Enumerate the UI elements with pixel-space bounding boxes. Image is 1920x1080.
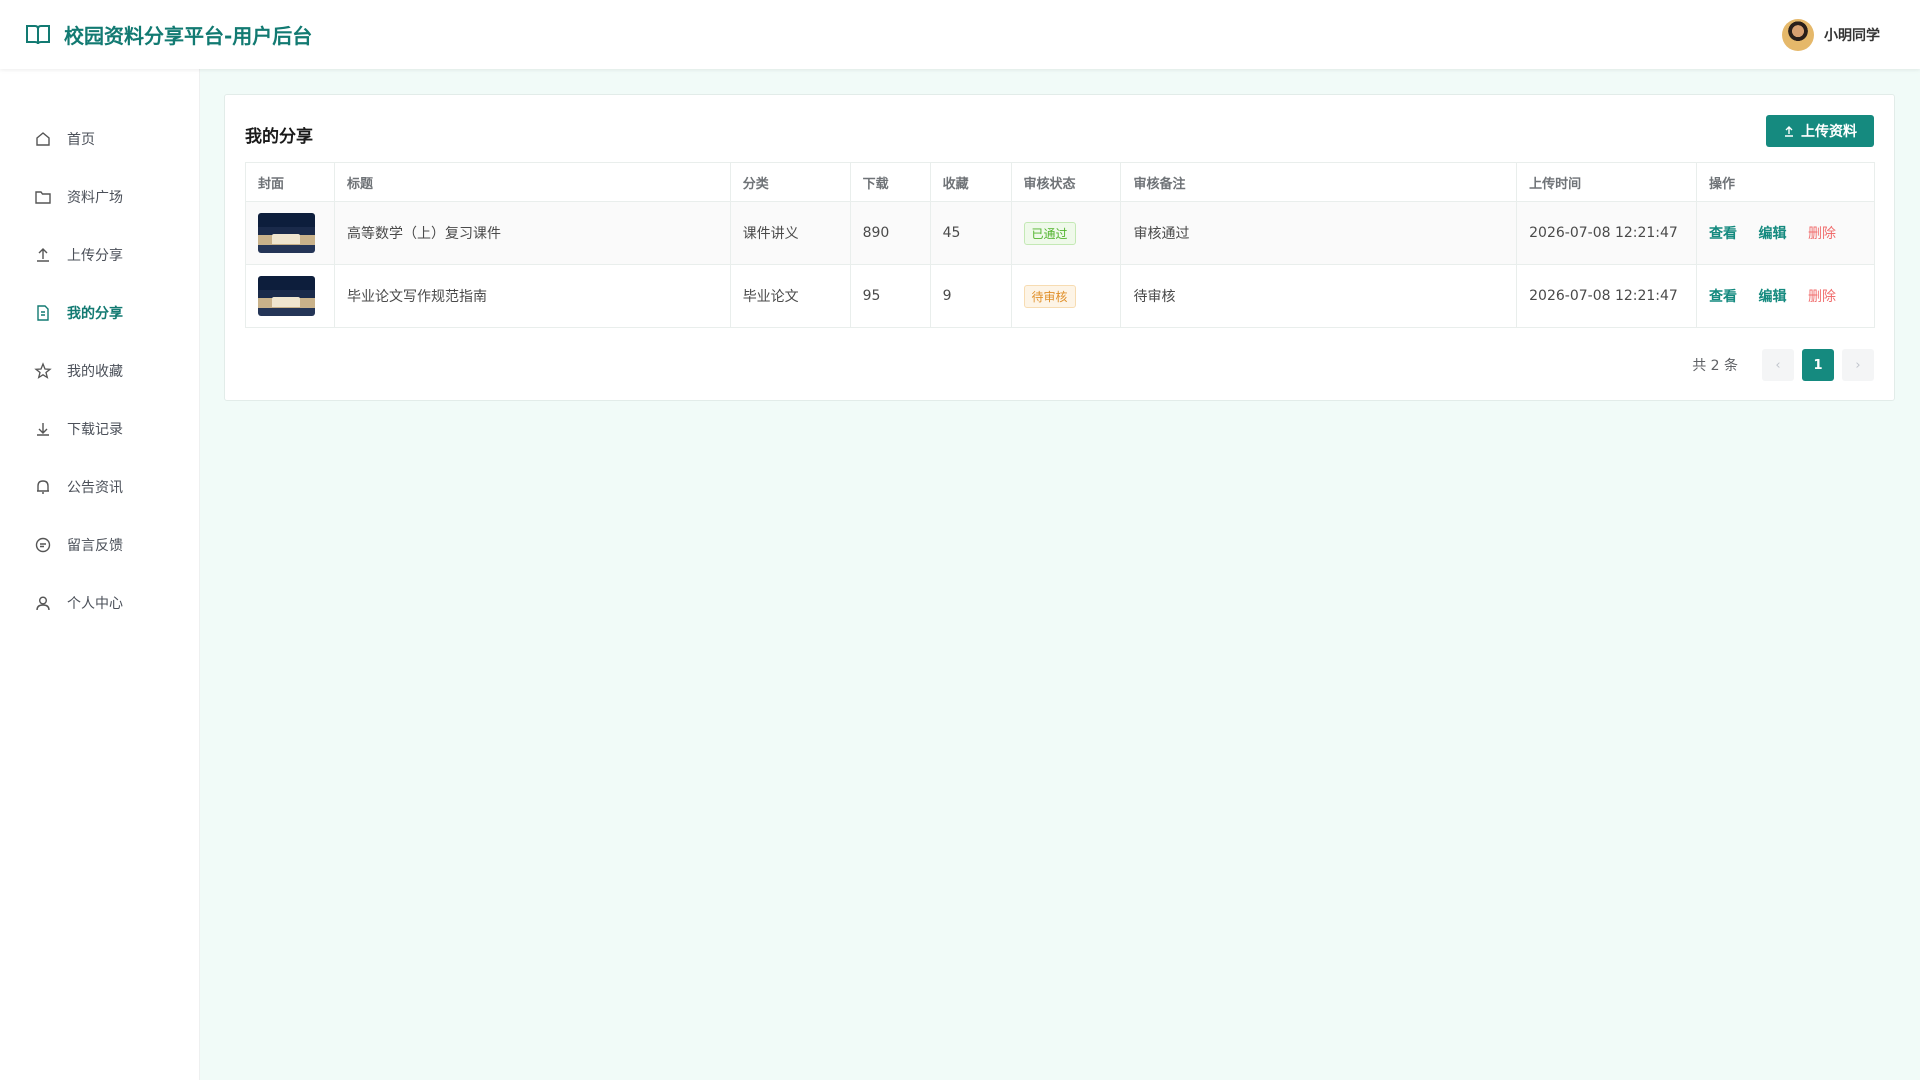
brand[interactable]: 校园资料分享平台-用户后台 [25, 20, 312, 49]
cell-title: 毕业论文写作规范指南 [333, 264, 731, 328]
column-header: 操作 [1696, 162, 1875, 202]
table-row: 高等数学（上）复习课件 课件讲义 890 45 已通过 审核通过 2026-07… [245, 201, 1875, 265]
message-icon [35, 537, 51, 553]
download-icon [37, 423, 49, 436]
table-row: 毕业论文写作规范指南 毕业论文 95 9 待审核 待审核 2026-07-08 … [245, 264, 1875, 328]
star-icon [34, 362, 52, 379]
cell-category: 毕业论文 [729, 264, 851, 328]
column-header: 收藏 [929, 162, 1012, 202]
cell-downloads: 890 [849, 201, 931, 265]
cell-favorites: 45 [929, 201, 1012, 265]
cell-remark: 待审核 [1120, 264, 1518, 328]
sidebar: 首页 资料广场 上传分享 我的分享 我的收藏 下载记录 公告资讯 留言反馈 个人… [0, 69, 200, 1080]
bell-icon [37, 480, 49, 494]
user-menu[interactable]: 小明同学 [1782, 19, 1880, 51]
sidebar-item-label: 首页 [67, 132, 95, 148]
view-button[interactable]: 查看 [1709, 289, 1737, 305]
document-icon [37, 305, 49, 321]
edit-button[interactable]: 编辑 [1759, 289, 1787, 305]
home-icon [36, 132, 50, 146]
cell-upload-time: 2026-07-08 12:21:47 [1516, 264, 1698, 328]
cell-upload-time: 2026-07-08 12:21:47 [1516, 201, 1698, 265]
column-header: 标题 [333, 162, 731, 202]
sidebar-item-label: 上传分享 [67, 248, 123, 264]
next-page-button[interactable]: › [1842, 349, 1874, 381]
cell-favorites: 9 [929, 264, 1012, 328]
view-button[interactable]: 查看 [1709, 226, 1737, 242]
upload-icon [1785, 126, 1793, 137]
column-header: 分类 [729, 162, 851, 202]
page-number-button[interactable]: 1 [1802, 349, 1834, 381]
avatar[interactable] [1782, 19, 1814, 51]
sidebar-item-label: 个人中心 [67, 596, 123, 612]
sidebar-item-label: 我的分享 [67, 306, 123, 322]
shares-table: 封面 标题 分类 下载 收藏 审核状态 审核备注 上传时间 操作 高等数学（上）… [245, 162, 1875, 328]
sidebar-item-label: 留言反馈 [67, 538, 123, 554]
status-badge: 待审核 [1023, 284, 1076, 308]
cover-thumbnail[interactable] [258, 213, 315, 253]
pagination: 共 2 条 ‹ 1 › [1692, 349, 1874, 381]
top-header: 校园资料分享平台-用户后台 小明同学 [0, 0, 1920, 69]
pagination-total: 共 2 条 [1692, 358, 1738, 374]
upload-material-button[interactable]: 上传资料 [1766, 115, 1874, 147]
user-icon [36, 596, 50, 611]
prev-page-button[interactable]: ‹ [1762, 349, 1794, 381]
brand-title: 校园资料分享平台-用户后台 [64, 24, 313, 48]
sidebar-item-profile[interactable]: 个人中心 [0, 581, 200, 625]
column-header: 下载 [849, 162, 931, 202]
table-header-row: 封面 标题 分类 下载 收藏 审核状态 审核备注 上传时间 操作 [245, 162, 1875, 202]
sidebar-item-downloads[interactable]: 下载记录 [0, 407, 200, 451]
upload-button-label: 上传资料 [1801, 124, 1857, 140]
sidebar-item-notices[interactable]: 公告资讯 [0, 465, 200, 509]
sidebar-item-label: 下载记录 [67, 422, 123, 438]
sidebar-item-favorites[interactable]: 我的收藏 [0, 349, 200, 393]
sidebar-item-upload[interactable]: 上传分享 [0, 233, 200, 277]
column-header: 上传时间 [1516, 162, 1698, 202]
delete-button[interactable]: 删除 [1808, 289, 1836, 305]
column-header: 审核状态 [1010, 162, 1122, 202]
cell-title: 高等数学（上）复习课件 [333, 201, 731, 265]
status-badge: 已通过 [1023, 221, 1076, 245]
cover-thumbnail[interactable] [258, 276, 315, 316]
delete-button[interactable]: 删除 [1808, 226, 1836, 242]
sidebar-item-label: 资料广场 [67, 190, 123, 206]
column-header: 封面 [245, 162, 335, 202]
cell-category: 课件讲义 [729, 201, 851, 265]
column-header: 审核备注 [1120, 162, 1518, 202]
sidebar-item-label: 我的收藏 [67, 364, 123, 380]
folder-icon [35, 191, 51, 204]
page-title: 我的分享 [245, 127, 313, 147]
edit-button[interactable]: 编辑 [1759, 226, 1787, 242]
sidebar-item-feedback[interactable]: 留言反馈 [0, 523, 200, 567]
book-icon [26, 24, 50, 44]
sidebar-item-my-shares[interactable]: 我的分享 [0, 291, 200, 335]
sidebar-item-home[interactable]: 首页 [0, 117, 200, 161]
cell-downloads: 95 [849, 264, 931, 328]
sidebar-item-label: 公告资讯 [67, 480, 123, 496]
upload-icon [37, 248, 49, 262]
my-shares-card: 我的分享 上传资料 封面 标题 分类 下载 收藏 审核状态 审核备注 上传时间 … [224, 94, 1895, 401]
cell-remark: 审核通过 [1120, 201, 1518, 265]
user-name: 小明同学 [1824, 28, 1880, 44]
sidebar-item-materials[interactable]: 资料广场 [0, 175, 200, 219]
